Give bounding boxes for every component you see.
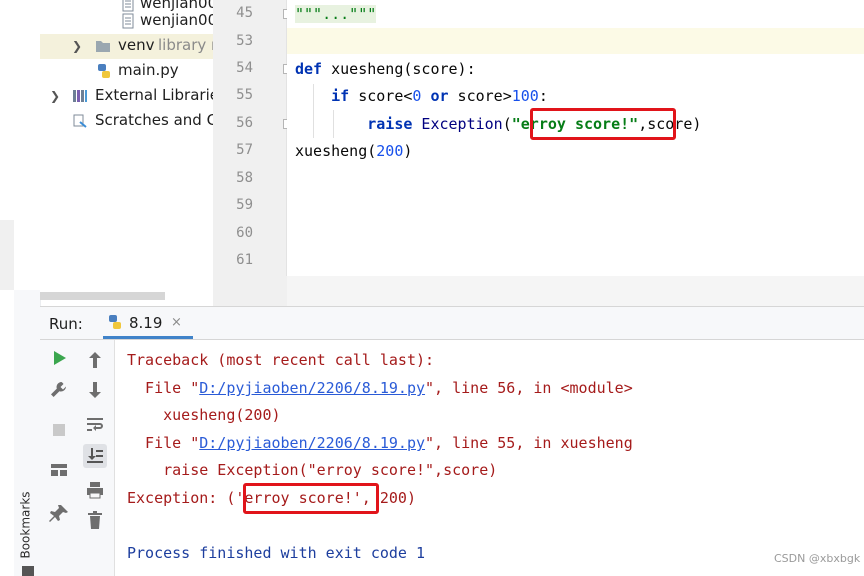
python-file-icon [98, 64, 110, 78]
console-line: File "D:/pyjiaoben/2206/8.19.py", line 5… [127, 434, 633, 452]
folder-icon [96, 41, 110, 52]
project-tree: wenjian00 wenjian00 ❯ venv library r mai… [40, 0, 213, 300]
tree-item-secondary-label: library r [158, 36, 213, 54]
tree-item-label: main.py [118, 61, 179, 79]
arrow-down-icon[interactable] [83, 378, 107, 402]
tree-item-main-py[interactable]: main.py [40, 59, 213, 84]
stop-icon[interactable] [47, 418, 71, 442]
line-number: 45 [236, 5, 253, 21]
annotation-highlight-box [243, 483, 379, 514]
tree-item-external-libraries[interactable]: ❯ External Librarie [40, 84, 213, 109]
tree-item-scratches[interactable]: Scratches and Co [40, 109, 213, 134]
bookmarks-label: Bookmarks [18, 491, 33, 559]
layout-icon[interactable] [47, 458, 71, 482]
folded-docstring[interactable]: """...""" [295, 5, 377, 23]
code-line-54: def xuesheng(score): [295, 60, 476, 78]
line-number: 61 [236, 252, 253, 268]
trash-icon[interactable] [83, 508, 107, 532]
editor-bottom-area [213, 276, 864, 306]
line-number: 58 [236, 170, 253, 186]
tree-horizontal-scrollbar[interactable] [40, 292, 165, 300]
console-line: Traceback (most recent call last): [127, 351, 435, 369]
tree-item-venv[interactable]: ❯ venv library r [40, 34, 213, 59]
code-editor[interactable]: """...""" def xuesheng(score): if score<… [287, 0, 864, 276]
tree-item-label: venv [118, 36, 155, 54]
current-line-highlight [287, 28, 864, 54]
run-tool-window-header: Run: 8.19 × [40, 306, 864, 340]
print-icon[interactable] [83, 478, 107, 502]
run-tab[interactable]: 8.19 × [103, 307, 193, 339]
rerun-icon[interactable] [47, 346, 71, 370]
console-line: File "D:/pyjiaoben/2206/8.19.py", line 5… [127, 379, 633, 397]
run-label: Run: [49, 315, 83, 333]
chevron-right-icon[interactable]: ❯ [50, 89, 60, 103]
code-line-57: xuesheng(200) [295, 142, 413, 160]
arrow-up-icon[interactable] [83, 348, 107, 372]
line-number: 56 [236, 115, 253, 131]
file-link[interactable]: D:/pyjiaoben/2206/8.19.py [199, 379, 425, 397]
close-icon[interactable]: × [171, 315, 182, 330]
tree-item-label: External Librarie [95, 86, 213, 104]
tree-item-file[interactable]: wenjian00 [40, 9, 213, 34]
code-line-55: if score<0 or score>100: [331, 87, 548, 105]
scroll-to-end-icon[interactable] [83, 444, 107, 468]
editor-gutter: 45 53 54 55 56 57 58 59 60 61 [213, 0, 286, 276]
chevron-right-icon[interactable]: ❯ [72, 39, 82, 53]
annotation-highlight-box [530, 108, 676, 140]
tree-item-label: wenjian00 [140, 11, 213, 29]
run-tab-label: 8.19 [129, 314, 163, 332]
tree-item-label: Scratches and Co [95, 111, 213, 129]
console-line: raise Exception("erroy score!",score) [127, 461, 498, 479]
python-icon [109, 315, 121, 329]
library-icon [73, 90, 87, 102]
line-number: 55 [236, 87, 253, 103]
line-number: 53 [236, 33, 253, 49]
line-number: 57 [236, 142, 253, 158]
watermark: CSDN @xbxbgk [774, 552, 861, 565]
file-link[interactable]: D:/pyjiaoben/2206/8.19.py [199, 434, 425, 452]
text-file-icon [122, 13, 134, 29]
run-console-output[interactable]: Traceback (most recent call last): File … [115, 340, 864, 576]
pin-icon[interactable] [47, 502, 71, 526]
line-number: 59 [236, 197, 253, 213]
code-line-45: """...""" [295, 5, 377, 23]
bookmarks-tab[interactable]: Bookmarks [18, 488, 40, 568]
run-toolbar-primary [40, 340, 77, 576]
console-line: xuesheng(200) [127, 406, 281, 424]
wrench-icon[interactable] [47, 378, 71, 402]
run-toolbar-secondary [76, 340, 115, 576]
line-number: 54 [236, 60, 253, 76]
soft-wrap-icon[interactable] [83, 412, 107, 436]
bookmarks-tab-icon [22, 566, 34, 576]
scratches-icon [73, 114, 87, 128]
line-number: 60 [236, 225, 253, 241]
console-exit-line: Process finished with exit code 1 [127, 544, 426, 562]
